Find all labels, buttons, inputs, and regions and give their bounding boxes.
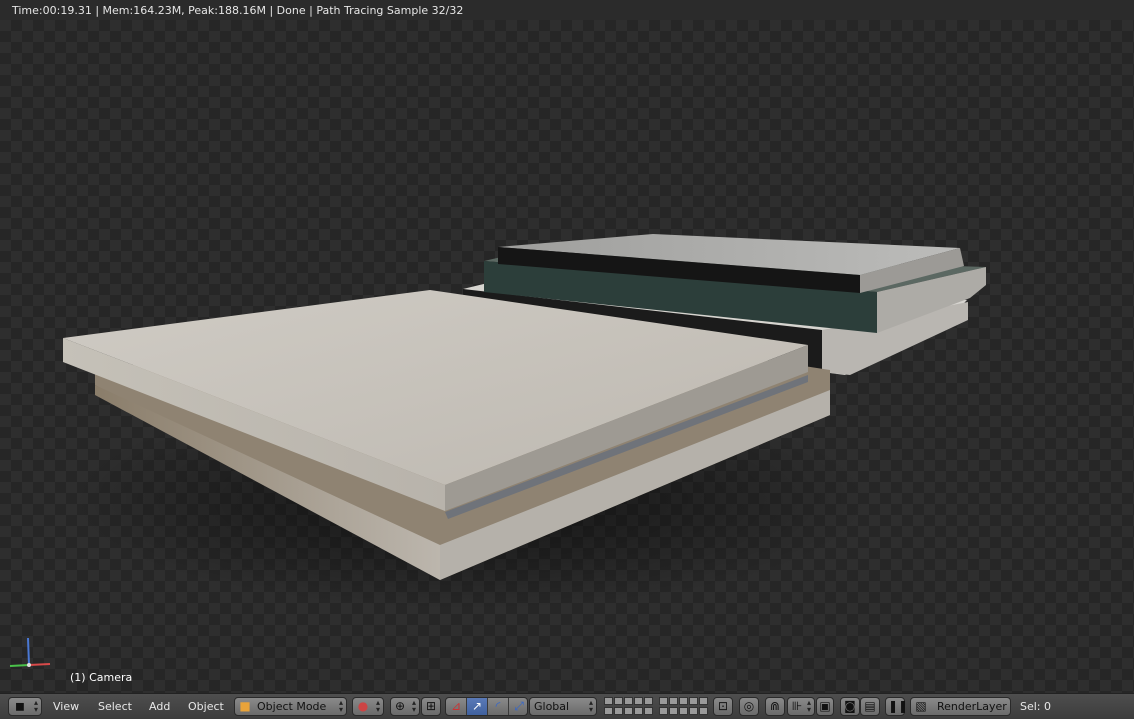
render-status-bar: Time:00:19.31 | Mem:164.23M, Peak:188.16…	[0, 0, 1134, 20]
viewport-view-name: (1) Camera	[70, 671, 133, 684]
rotate-toggle[interactable]: ◜	[488, 698, 509, 715]
transform-manipulator-group: ⊿ ↗ ◜ ⤢	[445, 697, 528, 716]
layer-cell[interactable]	[634, 707, 643, 715]
pivot-point-button[interactable]: ⊕ ▴ ▾	[390, 697, 420, 716]
object-mode-cube-icon: ■	[239, 699, 251, 713]
layer-cell[interactable]	[689, 707, 698, 715]
layer-cell[interactable]	[644, 697, 653, 705]
editor-type-cube-icon: ◼	[15, 699, 25, 713]
snap-element-button[interactable]: ⊪ ▴ ▾	[787, 697, 815, 716]
snap-increment-icon: ⊪	[791, 699, 803, 713]
transform-orientation-selector[interactable]: Global ▴ ▾	[529, 697, 597, 716]
selection-count: Sel: 0	[1020, 700, 1052, 713]
dropdown-arrows-icon: ▴ ▾	[411, 698, 416, 714]
editor-type-button[interactable]: ◼ ▴ ▾	[8, 697, 42, 716]
layer-cell[interactable]	[644, 707, 653, 715]
layer-cell[interactable]	[624, 707, 633, 715]
snap-target-icon: ▣	[819, 699, 831, 713]
menu-select[interactable]: Select	[98, 700, 132, 713]
scene-layers-right[interactable]	[659, 697, 708, 716]
proportional-editing-icon: ◎	[743, 699, 755, 713]
axis-gizmo-icon	[9, 637, 51, 667]
mode-label: Object Mode	[257, 700, 327, 713]
layer-cell[interactable]	[604, 697, 613, 705]
render-camera-icon: ◙	[844, 699, 856, 713]
3d-viewport[interactable]: (1) Camera	[0, 20, 1134, 693]
translate-toggle[interactable]: ↗	[467, 698, 488, 715]
render-animation-button[interactable]: ▤	[860, 697, 880, 716]
dropdown-arrows-icon: ▴ ▾	[338, 698, 343, 714]
menu-view[interactable]: View	[53, 700, 79, 713]
viewport-shading-button[interactable]: ● ▴ ▾	[352, 697, 384, 716]
snap-icon: ⋒	[769, 699, 781, 713]
layer-cell[interactable]	[634, 697, 643, 705]
scene-layers-left[interactable]	[604, 697, 653, 716]
render-layer-icon: ▧	[915, 699, 927, 713]
layer-cell[interactable]	[689, 697, 698, 705]
transform-orientation-label: Global	[534, 700, 570, 713]
layer-cell[interactable]	[679, 707, 688, 715]
layer-cell[interactable]	[614, 707, 623, 715]
lock-icon: ⊡	[717, 699, 729, 713]
pause-icon: ❚❚	[888, 699, 909, 713]
layer-cell[interactable]	[659, 707, 668, 715]
dropdown-arrows-icon: ▴ ▾	[588, 698, 593, 714]
mode-selector[interactable]: ■ Object Mode ▴ ▾	[234, 697, 347, 716]
snap-target-button[interactable]: ▣	[816, 697, 834, 716]
layer-cell[interactable]	[604, 707, 613, 715]
layer-cell[interactable]	[679, 697, 688, 705]
translate-icon: ↗	[471, 699, 483, 713]
layer-manager-button[interactable]: ❚❚	[885, 697, 909, 716]
render-layer-label: RenderLayer	[937, 700, 1007, 713]
menu-object[interactable]: Object	[188, 700, 224, 713]
layer-cell[interactable]	[699, 707, 708, 715]
pivot-align-icon: ⊞	[425, 699, 437, 713]
transform-manipulator-icon: ⊿	[450, 699, 462, 713]
layer-cell[interactable]	[669, 697, 678, 705]
render-layer-selector[interactable]: ▧ RenderLayer	[910, 697, 1011, 716]
pivot-point-icon: ⊕	[394, 699, 406, 713]
rendered-scene	[63, 234, 986, 610]
menu-add[interactable]: Add	[149, 700, 170, 713]
layer-cell[interactable]	[624, 697, 633, 705]
layer-cell[interactable]	[614, 697, 623, 705]
transform-manipulator-toggle[interactable]: ⊿	[446, 698, 467, 715]
lock-layers-button[interactable]: ⊡	[713, 697, 733, 716]
scale-icon: ⤢	[514, 699, 524, 713]
render-button[interactable]: ◙	[840, 697, 860, 716]
dropdown-arrows-icon: ▴ ▾	[33, 698, 38, 714]
layer-cell[interactable]	[659, 697, 668, 705]
scale-toggle[interactable]: ⤢	[509, 698, 527, 715]
viewport-shading-sphere-icon: ●	[357, 699, 369, 713]
clapboard-icon: ▤	[864, 699, 876, 713]
proportional-editing-button[interactable]: ◎	[739, 697, 759, 716]
render-status-text: Time:00:19.31 | Mem:164.23M, Peak:188.16…	[12, 4, 464, 17]
rotate-icon: ◜	[495, 699, 501, 713]
snap-toggle[interactable]: ⋒	[765, 697, 785, 716]
dropdown-arrows-icon: ▴ ▾	[375, 698, 380, 714]
layer-cell[interactable]	[669, 707, 678, 715]
layer-cell[interactable]	[699, 697, 708, 705]
dropdown-arrows-icon: ▴ ▾	[806, 698, 811, 714]
viewport-header: ◼ ▴ ▾ View Select Add Object ■ Object Mod…	[0, 693, 1134, 719]
pivot-align-button[interactable]: ⊞	[421, 697, 441, 716]
